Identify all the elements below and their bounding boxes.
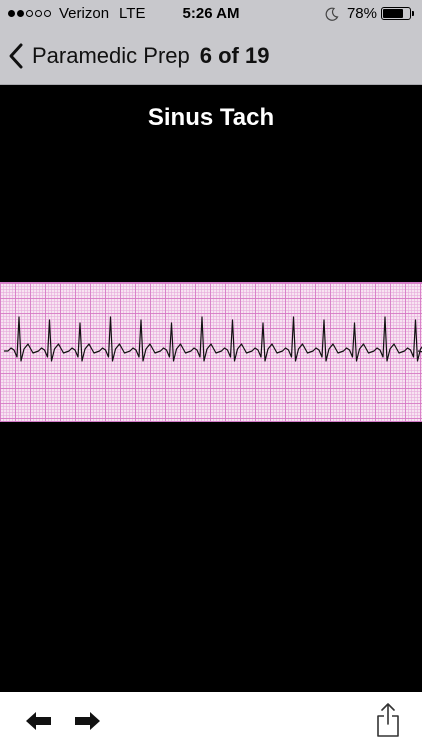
bottom-toolbar [0, 692, 422, 750]
back-button-label: Paramedic Prep [32, 43, 190, 68]
battery-fill [383, 9, 403, 18]
arrow-right-icon[interactable] [72, 708, 102, 734]
do-not-disturb-moon-icon [325, 7, 339, 21]
share-icon[interactable] [374, 702, 402, 738]
navigation-bar: Paramedic Prep 6 of 19 [0, 28, 422, 85]
battery-tip [412, 11, 414, 16]
status-right: 78% [325, 5, 414, 22]
battery-percent: 78% [346, 5, 377, 22]
back-button[interactable]: Paramedic Prep 6 of 19 [8, 38, 269, 74]
ecg-rhythm-strip [0, 282, 422, 422]
card-counter: 6 of 19 [199, 43, 270, 68]
arrow-left-icon[interactable] [24, 708, 54, 734]
card-title: Sinus Tach [147, 104, 275, 131]
chevron-left-icon [9, 43, 23, 69]
ecg-trace [4, 316, 422, 362]
battery-icon [381, 7, 411, 20]
status-bar: Verizon LTE 5:26 AM 78% [0, 0, 422, 28]
